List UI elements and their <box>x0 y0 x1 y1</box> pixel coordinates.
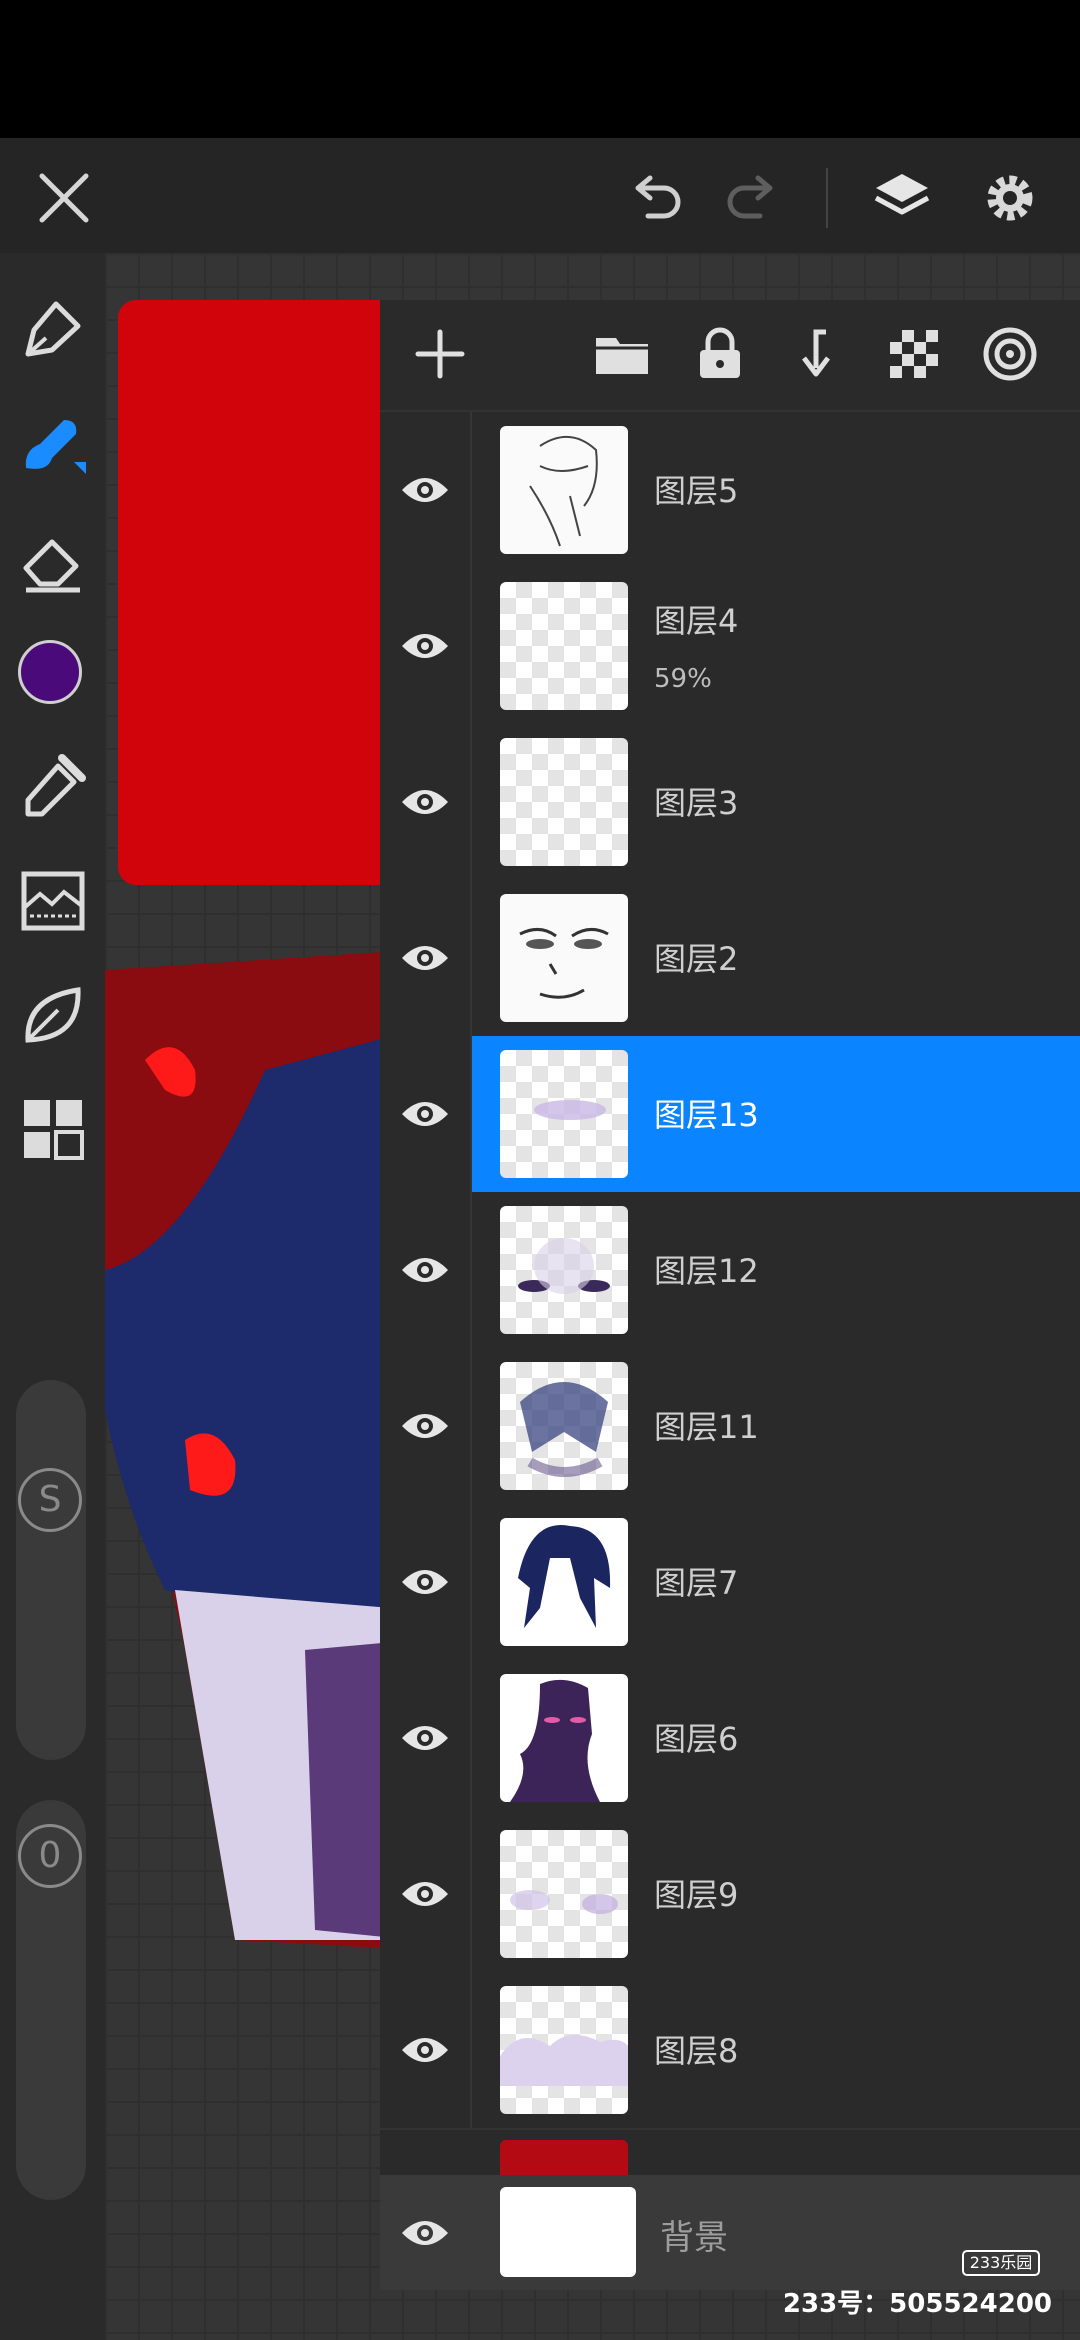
background-color-thumbnail[interactable] <box>500 2187 636 2277</box>
visibility-toggle[interactable] <box>380 1504 472 1660</box>
watermark-id: 233号：505524200 <box>782 2289 1052 2319</box>
layer-row[interactable]: 图层12 <box>380 1192 1080 1350</box>
eye-icon <box>402 1570 448 1594</box>
target-icon[interactable] <box>980 324 1040 384</box>
undo-icon[interactable] <box>624 166 688 230</box>
layer-thumbnail <box>500 738 628 866</box>
layer-thumbnail <box>500 1830 628 1958</box>
visibility-toggle[interactable] <box>380 568 472 724</box>
toolbar-divider <box>826 168 828 228</box>
lock-icon[interactable] <box>690 324 750 384</box>
layer-row[interactable]: 图层7 <box>380 1504 1080 1662</box>
layer-row[interactable]: 图层2 <box>380 880 1080 1038</box>
layer-name: 图层9 <box>654 1876 739 1914</box>
layer-thumbnail <box>500 1518 628 1646</box>
layers-panel: 图层5 图层4 59% 图层3 图层2 图层13 图层12 图层11 图层7 图… <box>380 300 1080 2290</box>
layer-row[interactable]: 图层8 <box>380 1972 1080 2130</box>
eye-icon <box>402 946 448 970</box>
layer-row[interactable]: 图层5 <box>380 412 1080 570</box>
eye-icon <box>402 2038 448 2062</box>
visibility-toggle[interactable] <box>380 1348 472 1504</box>
eye-icon <box>402 1414 448 1438</box>
layer-name: 图层13 <box>654 1096 759 1134</box>
layer-thumbnail <box>500 1050 628 1178</box>
transparency-icon[interactable] <box>884 324 944 384</box>
layers-panel-toolbar <box>380 300 1080 412</box>
add-layer-icon[interactable] <box>410 324 470 384</box>
color-picker-swatch[interactable] <box>18 640 82 704</box>
watermark-logo: 233乐园 <box>962 2250 1040 2276</box>
eye-icon <box>402 1882 448 1906</box>
layer-name: 图层2 <box>654 940 739 978</box>
layer-name: 图层4 <box>654 602 739 640</box>
layer-name: 图层5 <box>654 472 739 510</box>
layer-row-selected[interactable]: 图层13 <box>380 1036 1080 1194</box>
settings-icon[interactable] <box>978 166 1042 230</box>
layer-opacity: 59% <box>654 664 712 694</box>
eraser-tool-icon[interactable] <box>18 526 88 596</box>
size-slider-handle[interactable]: S <box>18 1468 82 1532</box>
visibility-toggle[interactable] <box>380 412 472 568</box>
eye-icon <box>402 478 448 502</box>
brush-size-slider[interactable] <box>16 1380 86 1760</box>
close-icon[interactable] <box>32 166 96 230</box>
image-adjust-icon[interactable] <box>18 866 88 936</box>
layer-name: 图层12 <box>654 1252 759 1290</box>
layer-thumbnail <box>500 582 628 710</box>
brush-tool-icon[interactable] <box>18 410 88 480</box>
layer-row[interactable]: 图层6 <box>380 1660 1080 1818</box>
visibility-toggle[interactable] <box>380 1660 472 1816</box>
folder-icon[interactable] <box>592 324 652 384</box>
visibility-toggle[interactable] <box>380 880 472 1036</box>
visibility-toggle[interactable] <box>380 1036 472 1192</box>
layer-thumbnail <box>500 1206 628 1334</box>
layer-row[interactable]: 图层3 <box>380 724 1080 882</box>
eye-icon <box>402 1102 448 1126</box>
gallery-grid-icon[interactable] <box>18 1094 88 1164</box>
layer-thumbnail-partial <box>500 2140 628 2175</box>
background-layer-name: 背景 <box>660 2218 728 2258</box>
layer-row[interactable]: 图层4 59% <box>380 568 1080 726</box>
layer-thumbnail <box>500 1674 628 1802</box>
eye-icon <box>402 790 448 814</box>
layer-row[interactable]: 图层9 <box>380 1816 1080 1974</box>
layer-thumbnail <box>500 1362 628 1490</box>
visibility-toggle[interactable] <box>380 724 472 880</box>
opacity-slider-handle[interactable]: 0 <box>18 1824 82 1888</box>
visibility-toggle[interactable] <box>380 1816 472 1972</box>
layer-name: 图层3 <box>654 784 739 822</box>
layer-thumbnail <box>500 894 628 1022</box>
eye-icon[interactable] <box>400 2213 450 2253</box>
redo-icon[interactable] <box>720 166 784 230</box>
status-bar <box>0 0 1080 138</box>
layer-row[interactable]: 图层11 <box>380 1348 1080 1506</box>
layer-thumbnail <box>500 426 628 554</box>
smudge-leaf-icon[interactable] <box>18 980 88 1050</box>
eyedropper-tool-icon[interactable] <box>18 752 88 822</box>
pen-tool-icon[interactable] <box>18 296 88 366</box>
layer-name: 图层6 <box>654 1720 739 1758</box>
visibility-toggle[interactable] <box>380 1972 472 2128</box>
layer-thumbnail <box>500 1986 628 2114</box>
visibility-toggle[interactable] <box>380 1192 472 1348</box>
eye-icon <box>402 1726 448 1750</box>
layers-icon[interactable] <box>870 166 934 230</box>
layer-name: 图层11 <box>654 1408 759 1446</box>
eye-icon <box>402 1258 448 1282</box>
eye-icon <box>402 634 448 658</box>
canvas-red-artwork <box>118 300 408 885</box>
merge-down-icon[interactable] <box>786 324 846 384</box>
layer-name: 图层8 <box>654 2032 739 2070</box>
canvas-character-artwork <box>105 950 415 1950</box>
layer-name: 图层7 <box>654 1564 739 1602</box>
